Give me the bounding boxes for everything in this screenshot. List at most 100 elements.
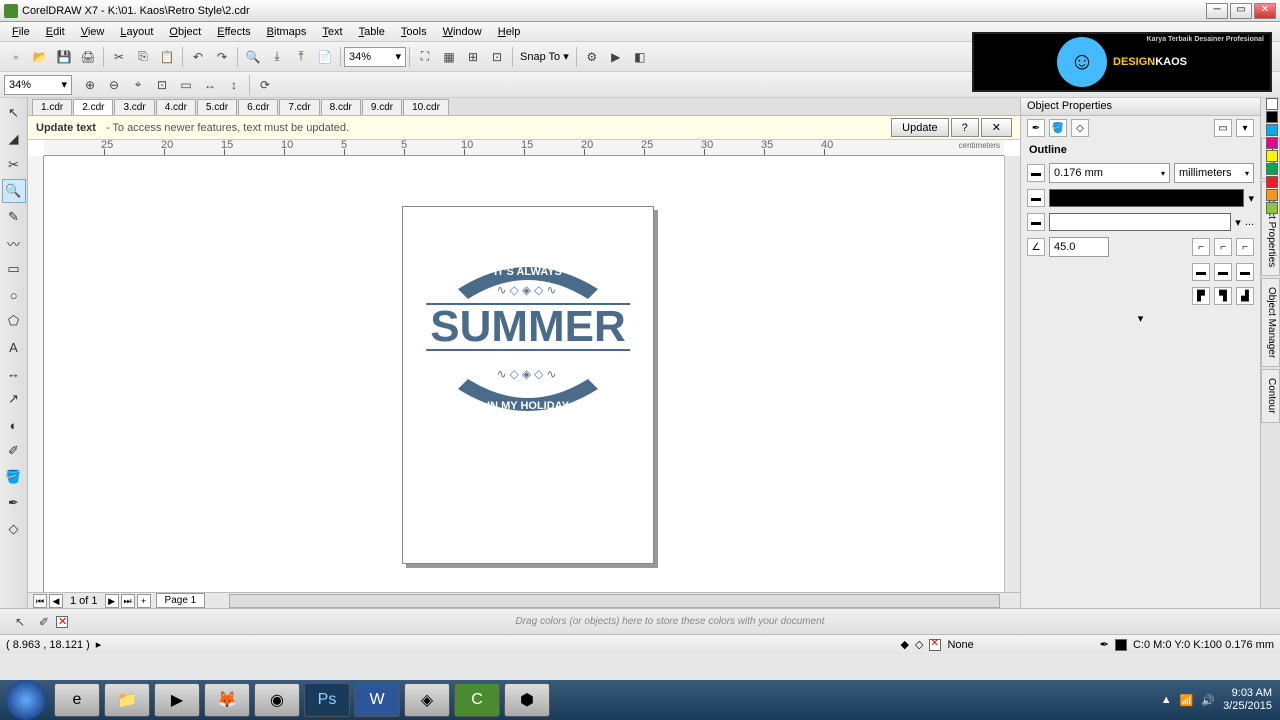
- word-taskbar-icon[interactable]: W: [354, 683, 400, 717]
- redo-icon[interactable]: ↷: [211, 46, 233, 68]
- zoom-in-icon[interactable]: ⊕: [79, 74, 101, 96]
- menu-help[interactable]: Help: [490, 24, 529, 40]
- ellipse-tool-icon[interactable]: ○: [2, 283, 26, 307]
- pick-tool-icon[interactable]: ↖: [2, 101, 26, 125]
- zoom-tool-icon[interactable]: 🔍: [2, 179, 26, 203]
- grid-icon[interactable]: ▦: [438, 46, 460, 68]
- units-combo[interactable]: millimeters▾: [1174, 163, 1254, 183]
- menu-object[interactable]: Object: [161, 24, 209, 40]
- launch-icon[interactable]: ▶: [605, 46, 627, 68]
- doc-tab[interactable]: 1.cdr: [32, 99, 72, 115]
- last-page-button[interactable]: ⏭: [121, 594, 135, 608]
- system-clock[interactable]: 9:03 AM 3/25/2015: [1223, 687, 1272, 713]
- corner2-icon[interactable]: ⌐: [1214, 238, 1232, 256]
- palette-swatch[interactable]: [1266, 176, 1278, 188]
- doc-tab[interactable]: 7.cdr: [279, 99, 319, 115]
- open-icon[interactable]: 📂: [29, 46, 51, 68]
- vertical-scrollbar[interactable]: [1004, 156, 1020, 592]
- outline-tab-icon[interactable]: ✒: [1027, 119, 1045, 137]
- outline-style-combo[interactable]: [1049, 213, 1231, 231]
- pos2-icon[interactable]: ▜: [1214, 287, 1232, 305]
- canvas[interactable]: IT'S ALWAYS ∿◇◈◇∿ SUMMER ∿◇◈◇∿ IN MY HOL…: [44, 156, 1004, 592]
- export-icon[interactable]: ⤒: [290, 46, 312, 68]
- corner1-icon[interactable]: ⌐: [1192, 238, 1210, 256]
- palette-swatch[interactable]: [1266, 202, 1278, 214]
- cursor-icon[interactable]: ↖: [9, 611, 31, 633]
- outline-color-swatch[interactable]: [1049, 189, 1244, 207]
- start-button[interactable]: [6, 680, 46, 720]
- transparency-tab-icon[interactable]: ◇: [1071, 119, 1089, 137]
- fill-tool-icon[interactable]: 🪣: [2, 465, 26, 489]
- doc-tab[interactable]: 2.cdr: [73, 99, 113, 115]
- doc-tab[interactable]: 6.cdr: [238, 99, 278, 115]
- menu-table[interactable]: Table: [351, 24, 393, 40]
- media-taskbar-icon[interactable]: ▶: [154, 683, 200, 717]
- more-styles[interactable]: ...: [1245, 216, 1254, 228]
- horizontal-scrollbar[interactable]: [229, 594, 1000, 608]
- menu-layout[interactable]: Layout: [112, 24, 161, 40]
- snap-icon[interactable]: ⊡: [486, 46, 508, 68]
- zoom-height-icon[interactable]: ↕: [223, 74, 245, 96]
- photoshop-taskbar-icon[interactable]: Ps: [304, 683, 350, 717]
- import-icon[interactable]: ⤓: [266, 46, 288, 68]
- guides-icon[interactable]: ⊞: [462, 46, 484, 68]
- doc-tab[interactable]: 10.cdr: [403, 99, 449, 115]
- pos3-icon[interactable]: ▟: [1236, 287, 1254, 305]
- print-icon[interactable]: 🖨: [77, 46, 99, 68]
- polygon-tool-icon[interactable]: ⬠: [2, 309, 26, 333]
- no-color-swatch[interactable]: ✕: [56, 616, 68, 628]
- dimension-tool-icon[interactable]: ↔: [2, 361, 26, 385]
- explorer-taskbar-icon[interactable]: 📁: [104, 683, 150, 717]
- fill-tab-icon[interactable]: 🪣: [1049, 119, 1067, 137]
- palette-swatch[interactable]: [1266, 137, 1278, 149]
- add-page-button[interactable]: +: [137, 594, 151, 608]
- snap-to-dropdown[interactable]: Snap To ▾: [516, 50, 573, 63]
- palette-swatch[interactable]: [1266, 98, 1278, 110]
- artistic-tool-icon[interactable]: 〰: [2, 231, 26, 255]
- menu-bitmaps[interactable]: Bitmaps: [259, 24, 315, 40]
- page-tab[interactable]: Page 1: [156, 593, 206, 608]
- zoom-width-icon[interactable]: ↔: [199, 74, 221, 96]
- corner3-icon[interactable]: ⌐: [1236, 238, 1254, 256]
- prev-page-button[interactable]: ◀: [49, 594, 63, 608]
- text-tool-icon[interactable]: A: [2, 335, 26, 359]
- help-button[interactable]: ?: [951, 118, 979, 137]
- options-icon[interactable]: ⚙: [581, 46, 603, 68]
- outline-width-input[interactable]: 0.176 mm▾: [1049, 163, 1170, 183]
- minimize-button[interactable]: ─: [1206, 3, 1228, 19]
- menu-edit[interactable]: Edit: [38, 24, 73, 40]
- docker-tab[interactable]: Contour: [1261, 369, 1280, 423]
- refresh-icon[interactable]: ⟳: [254, 74, 276, 96]
- menu-window[interactable]: Window: [435, 24, 490, 40]
- connector-tool-icon[interactable]: ↗: [2, 387, 26, 411]
- zoom-all-icon[interactable]: ⊡: [151, 74, 173, 96]
- next-page-button[interactable]: ▶: [105, 594, 119, 608]
- close-infobar-button[interactable]: ✕: [981, 118, 1012, 137]
- palette-swatch[interactable]: [1266, 124, 1278, 136]
- menu-effects[interactable]: Effects: [209, 24, 258, 40]
- chrome-taskbar-icon[interactable]: ◉: [254, 683, 300, 717]
- tray-network-icon[interactable]: 📶: [1180, 694, 1194, 707]
- menu-text[interactable]: Text: [314, 24, 350, 40]
- first-page-button[interactable]: ⏮: [33, 594, 47, 608]
- close-button[interactable]: ✕: [1254, 3, 1276, 19]
- zoom-combo[interactable]: 34%▾: [344, 47, 406, 67]
- cap3-icon[interactable]: ▬: [1236, 263, 1254, 281]
- doc-tab[interactable]: 4.cdr: [156, 99, 196, 115]
- doc-tab[interactable]: 9.cdr: [362, 99, 402, 115]
- palette-swatch[interactable]: [1266, 150, 1278, 162]
- menu-tools[interactable]: Tools: [393, 24, 435, 40]
- options-icon[interactable]: ▾: [1236, 119, 1254, 137]
- menu-view[interactable]: View: [73, 24, 113, 40]
- save-icon[interactable]: 💾: [53, 46, 75, 68]
- effects-tool-icon[interactable]: ◐: [2, 413, 26, 437]
- miter-limit-input[interactable]: 45.0: [1049, 237, 1109, 257]
- app-icon[interactable]: ◧: [629, 46, 651, 68]
- copy-icon[interactable]: ⎘: [132, 46, 154, 68]
- crop-tool-icon[interactable]: ✂: [2, 153, 26, 177]
- palette-swatch[interactable]: [1266, 189, 1278, 201]
- doc-tab[interactable]: 3.cdr: [114, 99, 154, 115]
- pos1-icon[interactable]: ▛: [1192, 287, 1210, 305]
- cap2-icon[interactable]: ▬: [1214, 263, 1232, 281]
- zoom-page-icon[interactable]: ▭: [175, 74, 197, 96]
